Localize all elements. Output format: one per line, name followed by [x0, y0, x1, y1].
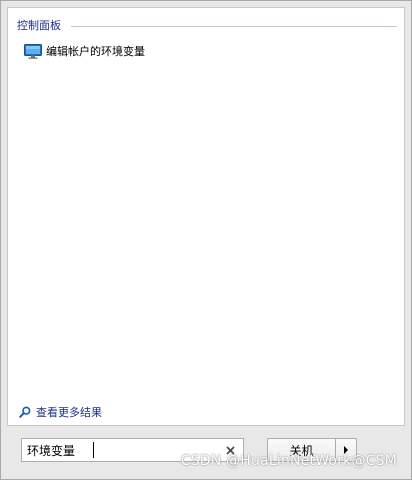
watermark: CSDN @HuaLinNetWork@CSM	[180, 453, 397, 469]
group-divider	[71, 26, 397, 27]
magnifier-icon	[19, 406, 31, 418]
result-item-edit-env-vars[interactable]: 编辑帐户的环境变量	[20, 41, 149, 61]
monitor-icon	[24, 44, 42, 59]
see-more-results-link[interactable]: 查看更多结果	[19, 404, 102, 420]
see-more-label: 查看更多结果	[36, 406, 102, 419]
start-menu: 控制面板 编辑帐户的环境变量 查看更多结果 环境变量 关机 CSDN @HuaL…	[0, 0, 412, 480]
search-results-panel: 控制面板 编辑帐户的环境变量 查看更多结果	[7, 7, 405, 426]
result-group-header: 控制面板	[17, 19, 397, 33]
result-item-label: 编辑帐户的环境变量	[46, 45, 145, 58]
group-title: 控制面板	[17, 19, 61, 32]
text-caret	[93, 442, 94, 458]
